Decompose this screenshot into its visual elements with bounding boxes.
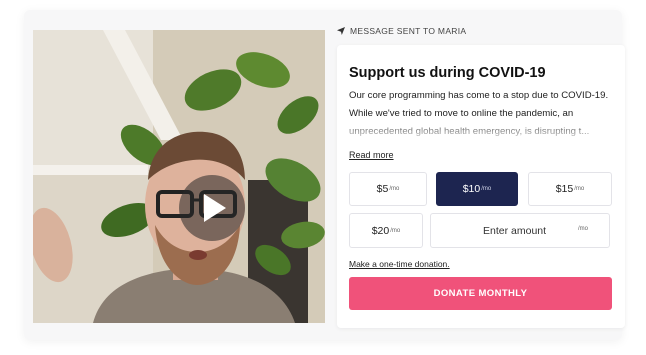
message-sent-status: MESSAGE SENT TO MARIA <box>337 26 466 36</box>
amount-value: $20 <box>371 224 390 237</box>
amount-option-5[interactable]: $5/mo <box>349 172 427 206</box>
one-time-donation-link[interactable]: Make a one-time donation. <box>349 259 450 269</box>
message-sent-text: MESSAGE SENT TO MARIA <box>350 26 467 36</box>
amount-period: /mo <box>389 186 400 192</box>
video-thumbnail <box>33 30 325 323</box>
amount-value: $5 <box>376 183 389 195</box>
donation-title: Support us during COVID-19 <box>349 65 546 81</box>
read-more-link[interactable]: Read more <box>349 150 394 160</box>
amount-period: /mo <box>574 186 585 192</box>
custom-amount-placeholder: Enter amount <box>483 225 547 237</box>
play-button[interactable] <box>179 175 245 241</box>
donation-panel: Support us during COVID-19 Our core prog… <box>337 45 625 328</box>
custom-amount-period: /mo <box>578 226 589 232</box>
custom-amount-input[interactable]: Enter amount /mo <box>430 213 610 248</box>
paper-plane-icon <box>337 27 345 35</box>
amount-period: /mo <box>481 186 492 192</box>
amount-option-15[interactable]: $15/mo <box>528 172 612 206</box>
play-icon <box>204 194 226 222</box>
donate-monthly-button[interactable]: DONATE MONTHLY <box>349 277 612 310</box>
amount-option-20[interactable]: $20/mo <box>349 213 423 248</box>
description-fade <box>349 123 615 141</box>
amount-value: $10 <box>462 183 481 195</box>
video-player[interactable] <box>33 30 325 323</box>
amount-option-10[interactable]: $10/mo <box>436 172 518 206</box>
amount-period: /mo <box>390 227 401 234</box>
amount-value: $15 <box>555 183 574 195</box>
